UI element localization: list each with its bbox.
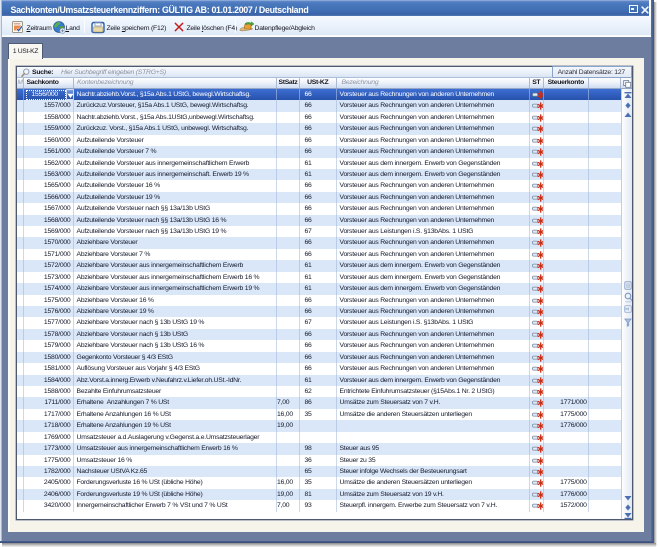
svg-text:xxxx: xxxx: [14, 21, 21, 25]
